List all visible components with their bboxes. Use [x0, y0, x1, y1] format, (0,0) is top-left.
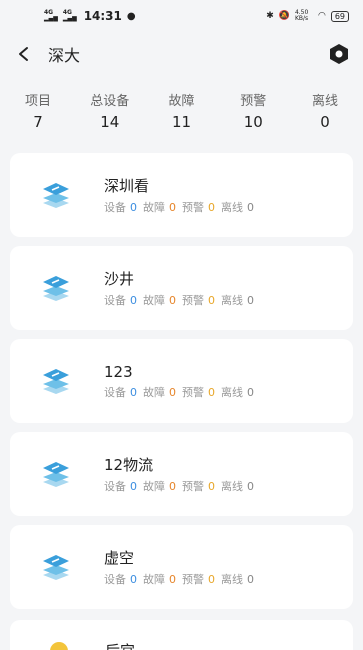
stacked-layers-icon	[43, 462, 69, 487]
status-bar: 4G ▂▄▆ 4G ▂▄▆ 14:31 ● ✱ 🔕 4.50 KB/s ◠ 69	[0, 0, 363, 32]
stat-projects[interactable]: 项目 7	[12, 90, 64, 131]
project-card-body: 12物流 设备 0 故障 0 预警 0 离线 0	[104, 454, 254, 494]
project-name: 虚空	[104, 549, 135, 567]
offline-stat: 离线 0	[221, 385, 254, 399]
stat-value: 0	[320, 113, 330, 131]
warnings-stat: 预警 0	[182, 201, 215, 214]
project-name: 12物流	[104, 456, 154, 474]
stacked-layers-icon	[43, 183, 69, 208]
project-card-partial[interactable]: 后宫	[10, 620, 353, 650]
devices-stat: 设备 0	[104, 201, 137, 214]
devices-stat: 设备 0	[104, 294, 137, 307]
project-stats: 设备 0 故障 0 预警 0 离线 0	[104, 384, 254, 400]
project-name: 123	[104, 362, 133, 381]
stacked-layers-icon	[43, 555, 69, 580]
offline-stat: 离线 0	[221, 573, 254, 586]
stacked-layers-icon	[43, 369, 69, 394]
project-stats: 设备 0 故障 0 预警 0 离线 0	[104, 199, 254, 215]
faults-stat: 故障 0	[143, 573, 176, 586]
back-button[interactable]	[12, 42, 36, 66]
devices-stat: 设备 0	[104, 573, 137, 586]
warnings-stat: 预警 0	[182, 480, 215, 493]
devices-stat: 设备 0	[104, 480, 137, 493]
devices-stat: 设备 0	[104, 385, 137, 399]
project-icon	[50, 642, 68, 650]
project-name: 沙井	[104, 270, 135, 288]
project-name: 后宫	[105, 640, 135, 650]
project-stats: 设备 0 故障 0 预警 0 离线 0	[104, 478, 254, 494]
faults-stat: 故障 0	[143, 480, 176, 493]
stacked-layers-icon	[43, 276, 69, 301]
page-title: 深大	[48, 46, 81, 65]
warnings-stat: 预警 0	[182, 385, 215, 399]
offline-stat: 离线 0	[221, 201, 254, 214]
project-stats: 设备 0 故障 0 预警 0 离线 0	[104, 292, 254, 308]
settings-button[interactable]	[327, 42, 351, 66]
status-time: 14:31	[83, 9, 122, 23]
network-signal-1: 4G ▂▄▆	[44, 9, 58, 22]
wechat-notification-icon: ●	[126, 10, 136, 22]
battery-indicator: 69	[330, 10, 349, 22]
offline-stat: 离线 0	[221, 480, 254, 493]
warnings-stat: 预警 0	[182, 573, 215, 586]
stat-warnings[interactable]: 预警 10	[227, 90, 279, 131]
project-card-body: 虚空 设备 0 故障 0 预警 0 离线 0	[104, 547, 254, 587]
stat-value: 14	[100, 113, 120, 131]
project-name: 深圳看	[104, 177, 150, 195]
stat-total-devices[interactable]: 总设备 14	[84, 90, 136, 131]
hexagon-gear-icon	[330, 44, 348, 64]
faults-stat: 故障 0	[143, 385, 176, 399]
bluetooth-icon: ✱	[266, 11, 274, 21]
project-card[interactable]: 12物流 设备 0 故障 0 预警 0 离线 0	[10, 432, 353, 516]
summary-stats: 项目 7 总设备 14 故障 11 预警 10 离线 0	[0, 76, 363, 131]
stat-label: 总设备	[90, 94, 130, 109]
stat-value: 11	[171, 113, 192, 131]
project-card[interactable]: 沙井 设备 0 故障 0 预警 0 离线 0	[10, 246, 353, 330]
network-signal-2: 4G ▂▄▆	[62, 9, 77, 22]
project-card[interactable]: 123 设备 0 故障 0 预警 0 离线 0	[10, 339, 353, 423]
faults-stat: 故障 0	[143, 201, 176, 214]
offline-stat: 离线 0	[221, 294, 254, 307]
stat-offline[interactable]: 离线 0	[299, 90, 351, 131]
header: 深大	[0, 32, 363, 76]
project-card[interactable]: 深圳看 设备 0 故障 0 预警 0 离线 0	[10, 153, 353, 237]
status-left: 4G ▂▄▆ 4G ▂▄▆ 14:31 ●	[44, 9, 136, 23]
network-speed: 4.50 KB/s	[294, 9, 309, 22]
stat-label: 离线	[311, 94, 338, 109]
project-card[interactable]: 虚空 设备 0 故障 0 预警 0 离线 0	[10, 525, 353, 609]
project-list: 深圳看 设备 0 故障 0 预警 0 离线 0 沙井 设备 0 故障 0 预警 0 离线 0	[10, 153, 353, 618]
stat-faults[interactable]: 故障 11	[156, 90, 208, 131]
chevron-left-icon	[19, 47, 28, 61]
warnings-stat: 预警 0	[182, 294, 215, 307]
status-right: ✱ 🔕 4.50 KB/s ◠ 69	[266, 10, 349, 22]
stat-label: 预警	[240, 94, 267, 109]
project-card-body: 深圳看 设备 0 故障 0 预警 0 离线 0	[104, 175, 254, 215]
mute-icon: 🔕	[278, 11, 290, 21]
project-card-body: 沙井 设备 0 故障 0 预警 0 离线 0	[104, 268, 254, 308]
stat-value: 7	[33, 113, 43, 131]
project-stats: 设备 0 故障 0 预警 0 离线 0	[104, 571, 254, 587]
stat-value: 10	[243, 113, 263, 131]
wifi-icon: ◠	[317, 11, 326, 21]
stat-label: 故障	[168, 94, 195, 109]
project-card-body: 123 设备 0 故障 0 预警 0 离线 0	[104, 363, 254, 400]
faults-stat: 故障 0	[143, 294, 176, 307]
stat-label: 项目	[24, 94, 51, 109]
